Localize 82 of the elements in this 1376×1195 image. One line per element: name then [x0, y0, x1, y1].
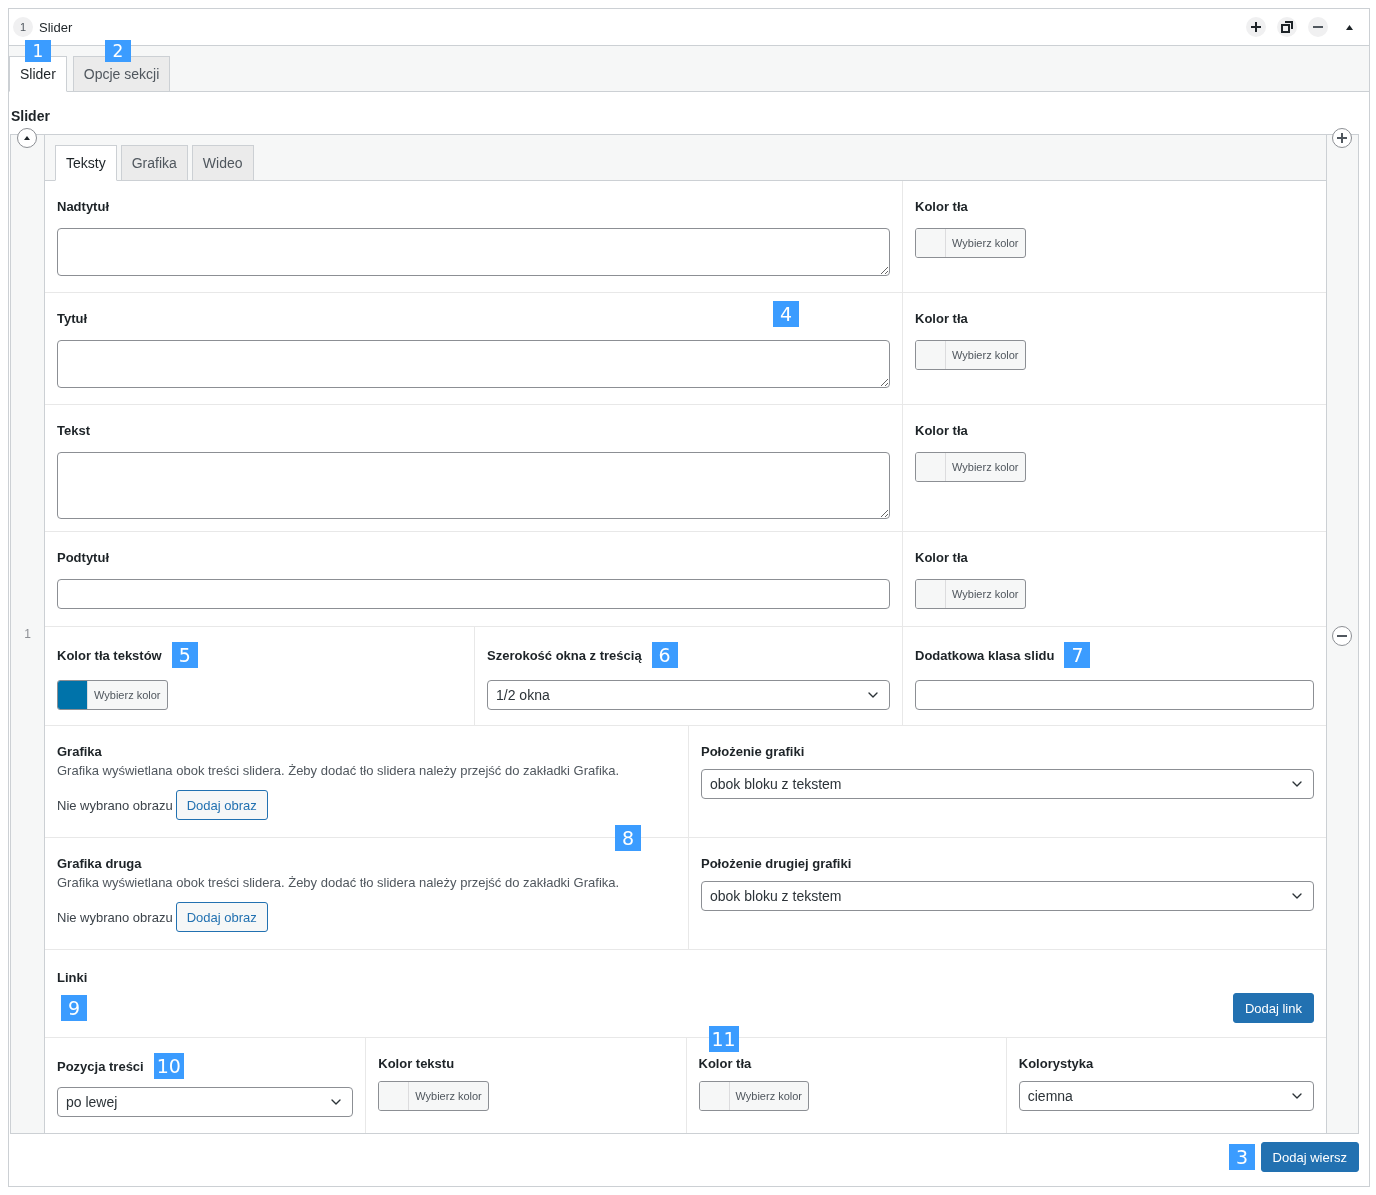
image-status-text: Nie wybrano obrazu [57, 909, 173, 925]
color-picker-button[interactable]: Wybierz kolor [57, 680, 168, 710]
plus-icon [1336, 132, 1348, 144]
color-swatch [699, 1082, 730, 1110]
tab[interactable]: Teksty [55, 145, 117, 181]
select-field[interactable]: po lewej [57, 1087, 354, 1117]
field-label: Kolorystyka [1018, 1055, 1094, 1071]
textarea-field[interactable] [57, 452, 890, 519]
row-number: 1 [24, 627, 31, 641]
color-picker-button[interactable]: Wybierz kolor [915, 228, 1026, 258]
field-label: Tekst [57, 422, 90, 438]
color-picker-button[interactable]: Wybierz kolor [915, 452, 1026, 482]
field-label: Położenie drugiej grafiki [701, 855, 852, 871]
number-marker: 11 [708, 1026, 739, 1052]
add-link-button[interactable]: Dodaj link [1232, 993, 1314, 1023]
field-label: Nadtytuł [57, 198, 109, 214]
add-row-button[interactable] [1332, 128, 1352, 148]
add-row-button[interactable]: Dodaj wiersz [1260, 1142, 1359, 1172]
field-label: Kolor tła [698, 1055, 752, 1071]
number-marker: 10 [153, 1053, 184, 1079]
duplicate-icon [1281, 21, 1293, 33]
number-marker: 7 [1064, 642, 1091, 668]
field-label: Kolor tła [915, 422, 968, 438]
tab[interactable]: Wideo [191, 145, 254, 181]
add-button[interactable] [1246, 17, 1266, 37]
number-marker: 3 [1229, 1144, 1255, 1170]
select-field[interactable]: obok bloku z tekstem [701, 881, 1314, 911]
select-field[interactable]: obok bloku z tekstem [701, 769, 1314, 799]
select-field[interactable]: 1/2 okna [487, 680, 890, 710]
tab[interactable]: Opcje sekcji [72, 56, 171, 92]
tab[interactable]: Grafika [120, 145, 188, 181]
field-label: Dodatkowa klasa slidu [915, 647, 1055, 663]
image-status-text: Nie wybrano obrazu [57, 797, 173, 813]
number-marker: 5 [171, 642, 198, 668]
field-label: Szerokość okna z treścią [487, 647, 642, 663]
remove-button[interactable] [1308, 17, 1328, 37]
field-label: Linki [57, 969, 88, 985]
color-picker-button[interactable]: Wybierz kolor [915, 340, 1026, 370]
color-swatch [916, 341, 946, 369]
color-swatch [916, 580, 946, 608]
duplicate-button[interactable] [1277, 17, 1297, 37]
remove-row-button[interactable] [1332, 626, 1352, 646]
color-picker-button[interactable]: Wybierz kolor [915, 579, 1026, 609]
color-swatch [379, 1082, 410, 1110]
number-marker: 2 [105, 40, 131, 62]
field-description: Grafika wyświetlana obok treści slidera. Żeby dodać tło slidera należy przejść do zakładki Grafika. [57, 875, 621, 890]
row-number-badge: 1 [13, 17, 33, 37]
field-label: Kolor tła [915, 549, 968, 565]
field-label: Grafika druga [57, 855, 142, 871]
field-label: Kolor tła [915, 310, 968, 326]
section-label: Slider [11, 108, 51, 124]
number-marker: 9 [61, 995, 87, 1021]
field-label: Pozycja treści [57, 1058, 144, 1074]
field-label: Kolor tła tekstów [57, 647, 162, 663]
field-label: Grafika [57, 743, 102, 759]
move-up-button[interactable] [17, 128, 37, 148]
caret-up-icon [24, 136, 30, 140]
color-picker-button[interactable]: Wybierz kolor [698, 1081, 810, 1111]
add-image-button[interactable]: Dodaj obraz [175, 902, 268, 932]
number-marker: 8 [615, 825, 641, 851]
number-marker: 6 [651, 642, 678, 668]
caret-up-icon [1345, 24, 1353, 30]
number-marker: 1 [25, 40, 51, 62]
field-description: Grafika wyświetlana obok treści slidera. Żeby dodać tło slidera należy przejść do zakładki Grafika. [57, 763, 621, 778]
field-label: Położenie grafiki [701, 743, 805, 759]
input-field[interactable] [57, 579, 890, 609]
field-label: Tytuł [57, 310, 88, 326]
field-label: Kolor tekstu [378, 1055, 455, 1071]
field-label: Podtytuł [57, 549, 109, 565]
color-picker-button[interactable]: Wybierz kolor [378, 1081, 489, 1111]
color-swatch [916, 453, 946, 481]
textarea-field[interactable] [57, 340, 890, 388]
input-field[interactable] [915, 680, 1314, 710]
field-label: Kolor tła [915, 198, 968, 214]
color-swatch [916, 229, 946, 257]
number-marker: 4 [773, 301, 799, 327]
panel-title: Slider [39, 19, 74, 35]
textarea-field[interactable] [57, 228, 890, 276]
tab[interactable]: Slider [9, 56, 67, 92]
plus-icon [1250, 21, 1262, 33]
select-field[interactable]: ciemna [1018, 1081, 1314, 1111]
add-image-button[interactable]: Dodaj obraz [175, 790, 268, 820]
